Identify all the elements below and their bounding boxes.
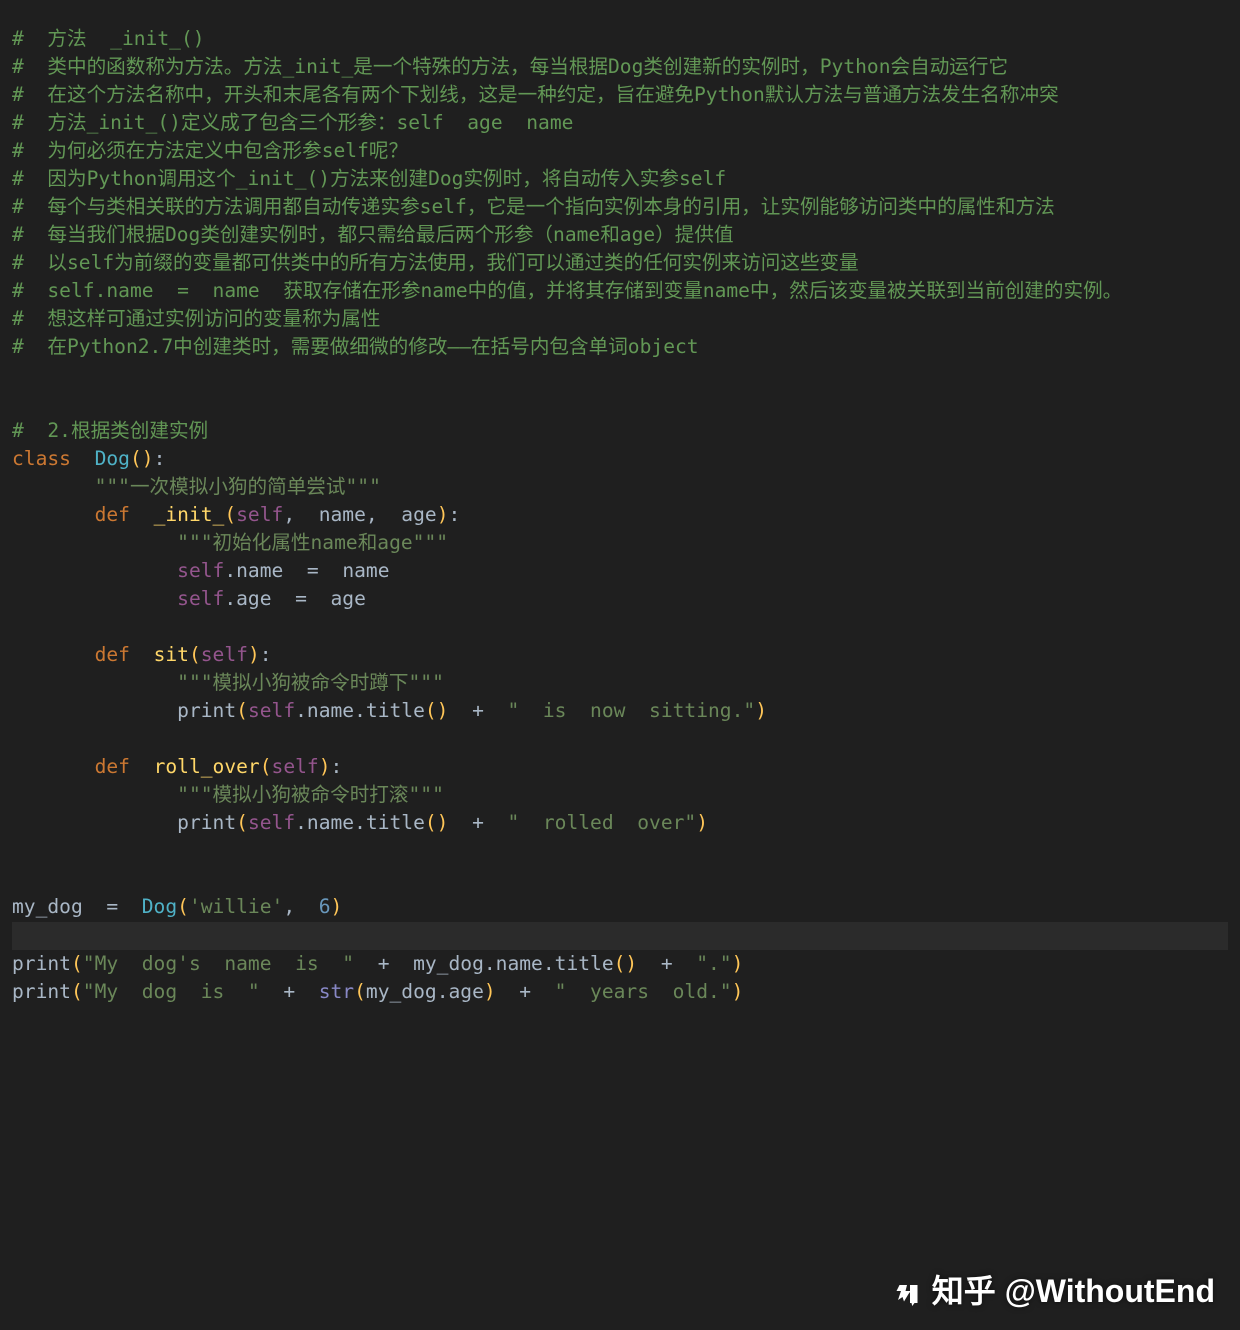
comment-line: # 方法 _init_(): [12, 27, 205, 50]
comment-line: # 为何必须在方法定义中包含形参self呢？: [12, 139, 408, 162]
comment-line: # 在Python2.7中创建类时，需要做细微的修改——在括号内包含单词obje…: [12, 335, 699, 358]
method-roll: roll_over: [154, 755, 260, 778]
keyword-def: def: [95, 503, 130, 526]
comment-line: # self.name = name 获取存储在形参name中的值，并将其存储到…: [12, 279, 1122, 302]
watermark: 知乎 @WithoutEnd: [892, 1266, 1215, 1312]
method-sit: sit: [154, 643, 189, 666]
docstring: """一次模拟小狗的简单尝试""": [95, 475, 381, 498]
self: self: [236, 503, 283, 526]
comment-line: # 每个与类相关联的方法调用都自动传递实参self，它是一个指向实例本身的引用，…: [12, 195, 1055, 218]
current-line-highlight: [12, 922, 1228, 950]
comment-line: # 想这样可通过实例访问的变量称为属性: [12, 307, 380, 330]
paren: (): [130, 447, 154, 470]
code-block: # 方法 _init_() # 类中的函数称为方法。方法_init_是一个特殊的…: [0, 0, 1240, 1031]
comment-line: # 以self为前缀的变量都可供类中的所有方法使用，我们可以通过类的任何实例来访…: [12, 251, 859, 274]
comment-line: # 每当我们根据Dog类创建实例时，都只需给最后两个形参（name和age）提供…: [12, 223, 734, 246]
method-init: _init_: [154, 503, 225, 526]
docstring: """初始化属性name和age""": [177, 531, 448, 554]
keyword-class: class: [12, 447, 71, 470]
docstring: """模拟小狗被命令时打滚""": [177, 783, 444, 806]
comment-line: # 2.根据类创建实例: [12, 419, 208, 442]
comment-line: # 在这个方法名称中，开头和末尾各有两个下划线，这是一种约定，旨在避免Pytho…: [12, 83, 1059, 106]
comment-line: # 方法_init_()定义成了包含三个形参：self age name: [12, 111, 573, 134]
docstring: """模拟小狗被命令时蹲下""": [177, 671, 444, 694]
comment-line: # 类中的函数称为方法。方法_init_是一个特殊的方法，每当根据Dog类创建新…: [12, 55, 1008, 78]
zhihu-icon: [892, 1279, 922, 1309]
class-name: Dog: [95, 447, 130, 470]
comment-line: # 因为Python调用这个_init_()方法来创建Dog实例时，将自动传入实…: [12, 167, 726, 190]
var-mydog: my_dog: [12, 895, 83, 918]
